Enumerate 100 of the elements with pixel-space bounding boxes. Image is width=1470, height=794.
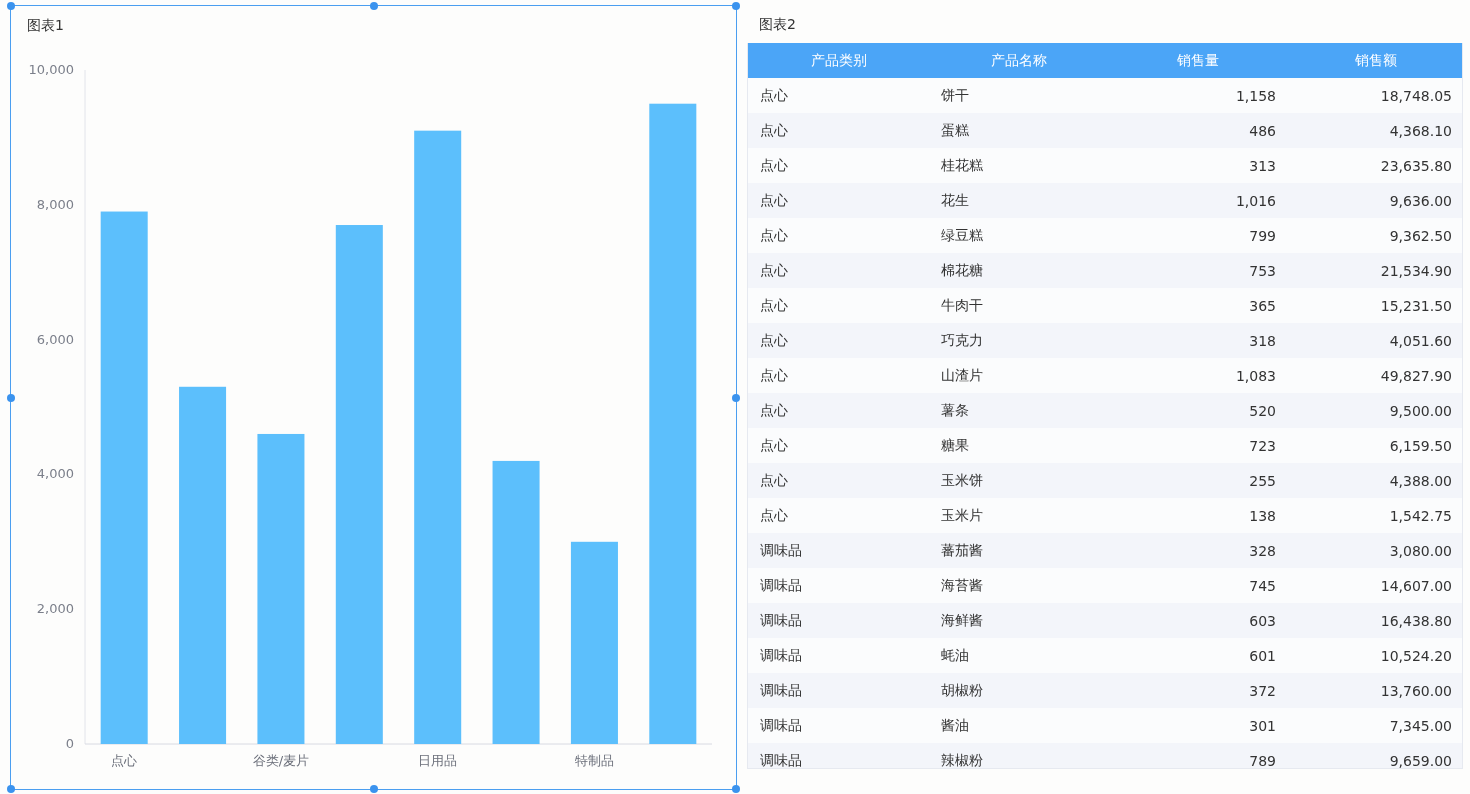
resize-handle[interactable] bbox=[732, 393, 740, 402]
table-cell-text: 蕃茄酱 bbox=[940, 541, 984, 560]
table-cell-text: 点心 bbox=[759, 191, 789, 210]
column-header[interactable]: 销售额 bbox=[1288, 51, 1462, 70]
table-cell-text: 牛肉干 bbox=[940, 296, 984, 315]
table-cell-text: 9,362.50 bbox=[1388, 227, 1453, 244]
table-cell-text: 15,231.50 bbox=[1379, 297, 1453, 314]
table-cell-text: 海苔酱 bbox=[940, 576, 984, 595]
table-cell-text: 138 bbox=[1248, 507, 1277, 524]
table-cell-text: 745 bbox=[1248, 577, 1277, 594]
table-cell-text: 调味品 bbox=[759, 751, 803, 768]
table-cell-text: 玉米片 bbox=[940, 506, 984, 525]
table-cell-text: 799 bbox=[1248, 227, 1277, 244]
table-cell-text: 1,016 bbox=[1234, 192, 1277, 209]
table-cell-text: 点心 bbox=[759, 261, 789, 280]
table-cell-text: 313 bbox=[1248, 157, 1277, 174]
resize-handle[interactable] bbox=[369, 2, 378, 10]
table-cell-text: 点心 bbox=[759, 331, 789, 350]
table-cell-text: 18,748.05 bbox=[1379, 87, 1453, 104]
resize-handle[interactable] bbox=[7, 785, 15, 793]
resize-handle[interactable] bbox=[732, 2, 740, 10]
y-tick-label: 6,000 bbox=[36, 331, 74, 347]
table-cell-text: 13,760.00 bbox=[1379, 682, 1453, 699]
table-cell-text: 10,524.20 bbox=[1379, 647, 1453, 664]
chart-panel[interactable]: 图表1 0 2,000 4,000 6,000 8,000 10,000 点心 谷类/麦片 日用品 特制品 bbox=[10, 5, 737, 790]
table-cell-text: 255 bbox=[1248, 472, 1277, 489]
y-tick-label: 4,000 bbox=[36, 466, 74, 482]
table-cell-text: 9,500.00 bbox=[1388, 402, 1453, 419]
x-category-label: 特制品 bbox=[574, 753, 614, 768]
table-cell-text: 4,368.10 bbox=[1388, 122, 1453, 139]
table-cell-text: 点心 bbox=[759, 121, 789, 140]
table-cell-text: 点心 bbox=[759, 156, 789, 175]
table-cell-text: 723 bbox=[1248, 437, 1277, 454]
table-cell-text: 16,438.80 bbox=[1379, 612, 1453, 629]
table-cell-text: 753 bbox=[1248, 262, 1277, 279]
table-cell-text: 23,635.80 bbox=[1379, 157, 1453, 174]
table-cell-text: 点心 bbox=[759, 86, 789, 105]
resize-handle[interactable] bbox=[7, 393, 15, 402]
table-cell-text: 372 bbox=[1248, 682, 1277, 699]
table-cell-text: 点心 bbox=[759, 296, 789, 315]
table-cell-text: 酱油 bbox=[940, 716, 970, 735]
table-cell-text: 3,080.00 bbox=[1388, 542, 1453, 559]
column-header[interactable]: 产品类别 bbox=[748, 51, 929, 70]
table-cell-text: 520 bbox=[1248, 402, 1277, 419]
table-cell-text: 调味品 bbox=[759, 611, 803, 630]
y-tick-label: 10,000 bbox=[28, 62, 74, 77]
table-cell-text: 9,636.00 bbox=[1388, 192, 1453, 209]
table-cell-text: 调味品 bbox=[759, 681, 803, 700]
table-cell-text: 海鲜酱 bbox=[940, 611, 984, 630]
table-cell-text: 4,051.60 bbox=[1388, 332, 1453, 349]
resize-handle[interactable] bbox=[732, 785, 740, 793]
y-tick-label: 8,000 bbox=[36, 196, 74, 212]
table-cell-text: 1,542.75 bbox=[1388, 507, 1453, 524]
table-cell-text: 山渣片 bbox=[940, 366, 984, 385]
table-cell-text: 饼干 bbox=[940, 86, 970, 105]
column-header[interactable]: 销售量 bbox=[1108, 51, 1288, 70]
x-category-label: 谷类/麦片 bbox=[252, 753, 310, 768]
table-cell-text: 辣椒粉 bbox=[940, 751, 984, 768]
column-header[interactable]: 产品名称 bbox=[929, 51, 1108, 70]
table-title: 图表2 bbox=[758, 15, 797, 34]
table-cell-text: 789 bbox=[1248, 752, 1277, 768]
table-cell-text: 棉花糖 bbox=[940, 261, 984, 280]
table-cell-text: 318 bbox=[1248, 332, 1277, 349]
table-cell-text: 巧克力 bbox=[940, 331, 984, 350]
table-cell-text: 调味品 bbox=[759, 646, 803, 665]
table-cell-text: 601 bbox=[1248, 647, 1277, 664]
table-cell-text: 糖果 bbox=[940, 436, 970, 455]
x-category-label: 点心 bbox=[111, 753, 138, 768]
table-cell-text: 9,659.00 bbox=[1388, 752, 1453, 768]
table-cell-text: 玉米饼 bbox=[940, 471, 984, 490]
table-cell-text: 21,534.90 bbox=[1379, 262, 1453, 279]
table-cell-text: 调味品 bbox=[759, 576, 803, 595]
table-cell-text: 328 bbox=[1248, 542, 1277, 559]
table-cell-text: 49,827.90 bbox=[1379, 367, 1453, 384]
table-cell-text: 调味品 bbox=[759, 716, 803, 735]
table-cell-text: 点心 bbox=[759, 471, 789, 490]
table-cell-text: 桂花糕 bbox=[940, 156, 984, 175]
table-cell-text: 点心 bbox=[759, 506, 789, 525]
table-cell-text: 486 bbox=[1248, 122, 1277, 139]
table-cell-text: 调味品 bbox=[759, 541, 803, 560]
table-cell-text: 点心 bbox=[759, 436, 789, 455]
chart-title: 图表1 bbox=[26, 16, 65, 35]
table-cell-text: 胡椒粉 bbox=[940, 681, 984, 700]
table-cell-text: 6,159.50 bbox=[1388, 437, 1453, 454]
table-cell-text: 7,345.00 bbox=[1388, 717, 1453, 734]
table-cell-text: 301 bbox=[1248, 717, 1277, 734]
table-cell-text: 绿豆糕 bbox=[940, 226, 984, 245]
resize-handle[interactable] bbox=[369, 785, 378, 793]
table-cell-text: 蛋糕 bbox=[940, 121, 970, 140]
table-cell-text: 4,388.00 bbox=[1388, 472, 1453, 489]
table-cell-text: 点心 bbox=[759, 226, 789, 245]
table-cell-text: 点心 bbox=[759, 401, 789, 420]
table-cell-text: 365 bbox=[1248, 297, 1277, 314]
table-cell-text: 1,083 bbox=[1234, 367, 1277, 384]
table-cell-text: 花生 bbox=[940, 191, 970, 210]
table-cell-text: 603 bbox=[1248, 612, 1277, 629]
y-tick-label: 0 bbox=[65, 736, 74, 751]
x-category-label: 日用品 bbox=[418, 753, 458, 768]
y-tick-label: 2,000 bbox=[36, 601, 74, 617]
resize-handle[interactable] bbox=[7, 2, 15, 10]
